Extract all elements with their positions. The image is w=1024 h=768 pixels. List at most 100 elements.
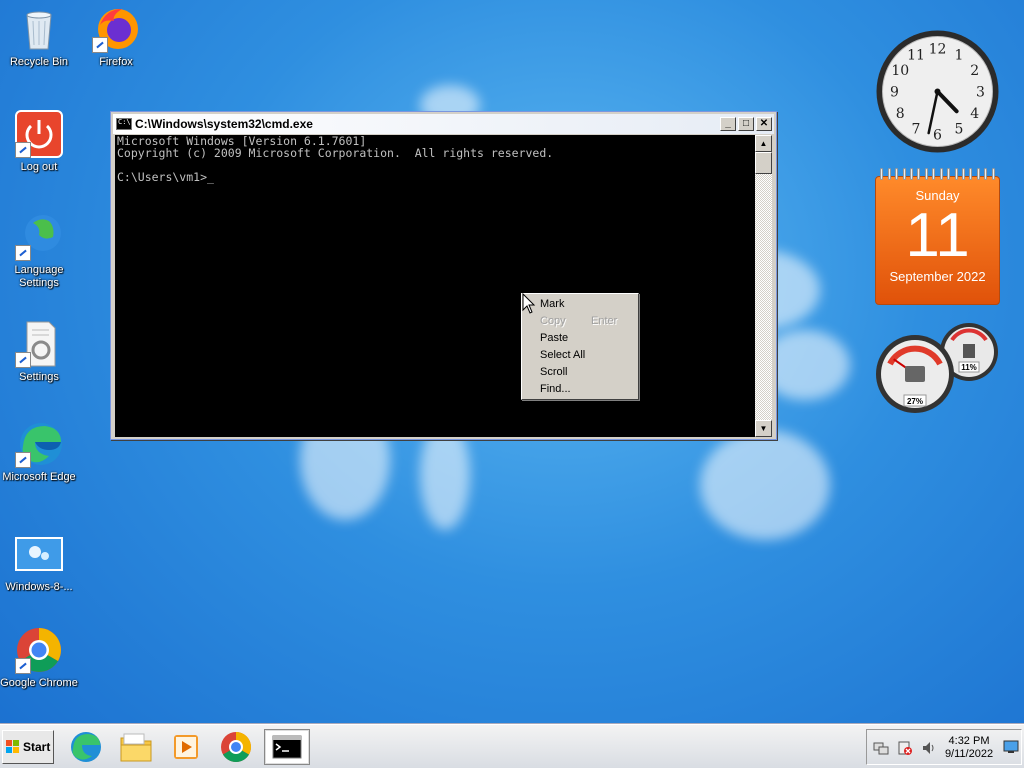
shortcut-arrow-icon: [15, 352, 31, 368]
desktop-icon-label: Language Settings: [14, 264, 64, 289]
desktop-icon-label: Firefox: [99, 56, 133, 68]
taskbar: Start 4:32 PM 9/11/2022: [0, 724, 1024, 768]
console-output[interactable]: Microsoft Windows [Version 6.1.7601] Cop…: [115, 135, 757, 437]
desktop-icon-windows-8-image[interactable]: Windows-8-...: [0, 530, 78, 594]
calendar-page: Sunday 11 September 2022: [875, 176, 1000, 305]
shortcut-arrow-icon: [15, 142, 31, 158]
clock-numeral: 9: [890, 85, 899, 101]
menu-item-copy: Copy Enter: [522, 313, 638, 330]
calendar-gadget[interactable]: Sunday 11 September 2022: [875, 168, 1000, 305]
context-menu: Mark Copy Enter Paste Select All Scroll F…: [521, 293, 639, 400]
calendar-binding-rings: [875, 168, 1000, 180]
recycle-bin-icon: [15, 5, 63, 53]
clock-numeral: 12: [929, 42, 947, 58]
cmd-window[interactable]: C:\Windows\system32\cmd.exe _ □ ✕ Micros…: [110, 111, 777, 440]
desktop-icon-microsoft-edge[interactable]: Microsoft Edge: [0, 420, 78, 484]
desktop-icon-firefox[interactable]: Firefox: [77, 5, 155, 69]
menu-item-paste[interactable]: Paste: [522, 330, 638, 347]
desktop: Recycle Bin Firefox Log out Language Set…: [0, 0, 1024, 724]
menu-item-mark[interactable]: Mark: [522, 296, 638, 313]
image-file-icon: [15, 530, 63, 578]
shortcut-arrow-icon: [15, 245, 31, 261]
memory-usage-label: 11%: [961, 363, 977, 372]
desktop-icon-google-chrome[interactable]: Google Chrome: [0, 626, 78, 690]
start-button[interactable]: Start: [2, 730, 54, 764]
cmd-window-title: C:\Windows\system32\cmd.exe: [135, 117, 313, 131]
menu-item-accelerator: Enter: [591, 315, 618, 327]
cpu-chip-icon: [905, 366, 925, 382]
calendar-month-year: September 2022: [889, 269, 986, 284]
clock-numeral: 6: [933, 128, 942, 144]
calendar-date: 11: [905, 201, 970, 270]
menu-item-label: Paste: [540, 332, 569, 344]
file-explorer-icon: [120, 733, 152, 762]
taskbar-edge-button[interactable]: [66, 729, 106, 765]
cmd-titlebar[interactable]: C:\Windows\system32\cmd.exe _ □ ✕: [113, 114, 774, 134]
tray-clock-date: 9/11/2022: [944, 748, 994, 760]
desktop-icon-label: Log out: [20, 161, 58, 173]
chrome-icon: [221, 732, 252, 763]
chrome-icon: [15, 626, 63, 674]
volume-icon[interactable]: [921, 740, 937, 756]
network-icon[interactable]: [873, 740, 889, 756]
power-icon: [15, 110, 63, 158]
clock-numeral: 8: [896, 106, 905, 122]
tray-clock-time: 4:32 PM: [948, 735, 990, 747]
menu-item-scroll[interactable]: Scroll: [522, 364, 638, 381]
memory-icon: [963, 344, 975, 358]
show-desktop-icon[interactable]: [1003, 740, 1019, 754]
clock-numeral: 1: [955, 47, 964, 63]
desktop-icon-recycle-bin[interactable]: Recycle Bin: [0, 5, 78, 69]
clock-numeral: 11: [907, 47, 925, 63]
menu-item-select-all[interactable]: Select All: [522, 347, 638, 364]
taskbar-file-explorer-button[interactable]: [116, 729, 156, 765]
desktop-icon-label: Google Chrome: [0, 677, 78, 689]
cpu-meter-gadget[interactable]: 11% 27%: [875, 322, 1000, 414]
media-player-icon: [174, 735, 198, 759]
shortcut-arrow-icon: [92, 37, 108, 53]
maximize-button[interactable]: □: [738, 117, 754, 131]
menu-item-label: Scroll: [540, 366, 568, 378]
clock-numeral: 3: [976, 85, 985, 101]
windows-logo-icon: [6, 740, 19, 753]
clock-numeral: 5: [955, 122, 964, 138]
shortcut-arrow-icon: [15, 452, 31, 468]
desktop-icon-settings[interactable]: Settings: [0, 320, 78, 384]
scroll-thumb[interactable]: [755, 152, 772, 174]
menu-item-label: Select All: [540, 349, 586, 361]
menu-item-find[interactable]: Find...: [522, 381, 638, 398]
action-center-icon[interactable]: [897, 740, 913, 756]
desktop-icon-label: Recycle Bin: [9, 56, 69, 68]
desktop-icon-log-out[interactable]: Log out: [0, 110, 78, 174]
menu-item-label: Find...: [540, 383, 571, 395]
start-label: Start: [23, 740, 51, 754]
taskbar-cmd-button[interactable]: [264, 729, 310, 765]
taskbar-media-player-button[interactable]: [166, 729, 206, 765]
clock-gadget[interactable]: 12 12 3 45678 9 1011: [875, 29, 1000, 154]
globe-icon: [15, 213, 63, 261]
desktop-icon-label: Settings: [19, 371, 59, 383]
clock-numeral: 10: [891, 63, 909, 79]
clock-numeral: 7: [912, 122, 921, 138]
edge-icon: [15, 420, 63, 468]
desktop-icon-language-settings[interactable]: Language Settings: [0, 213, 78, 290]
clock-numeral: 2: [970, 63, 979, 79]
tray-clock[interactable]: 4:32 PM 9/11/2022: [939, 735, 999, 761]
vertical-scrollbar[interactable]: ▲ ▼: [755, 135, 772, 437]
system-tray: 4:32 PM 9/11/2022: [866, 729, 1022, 765]
close-button[interactable]: ✕: [756, 117, 772, 131]
desktop-icon-label: Microsoft Edge: [2, 471, 76, 483]
edge-icon: [71, 732, 101, 762]
cmd-app-icon[interactable]: [116, 118, 132, 130]
mouse-cursor-icon: [522, 293, 536, 314]
menu-item-label: Mark: [540, 298, 565, 310]
taskbar-chrome-button[interactable]: [216, 729, 256, 765]
cpu-usage-label: 27%: [907, 397, 923, 406]
clock-numeral: 4: [970, 106, 979, 122]
minimize-button[interactable]: _: [720, 117, 736, 131]
firefox-icon: [92, 5, 140, 53]
scroll-down-button[interactable]: ▼: [755, 420, 772, 437]
scroll-up-button[interactable]: ▲: [755, 135, 772, 152]
menu-item-label: Copy: [540, 315, 566, 327]
shortcut-arrow-icon: [15, 658, 31, 674]
